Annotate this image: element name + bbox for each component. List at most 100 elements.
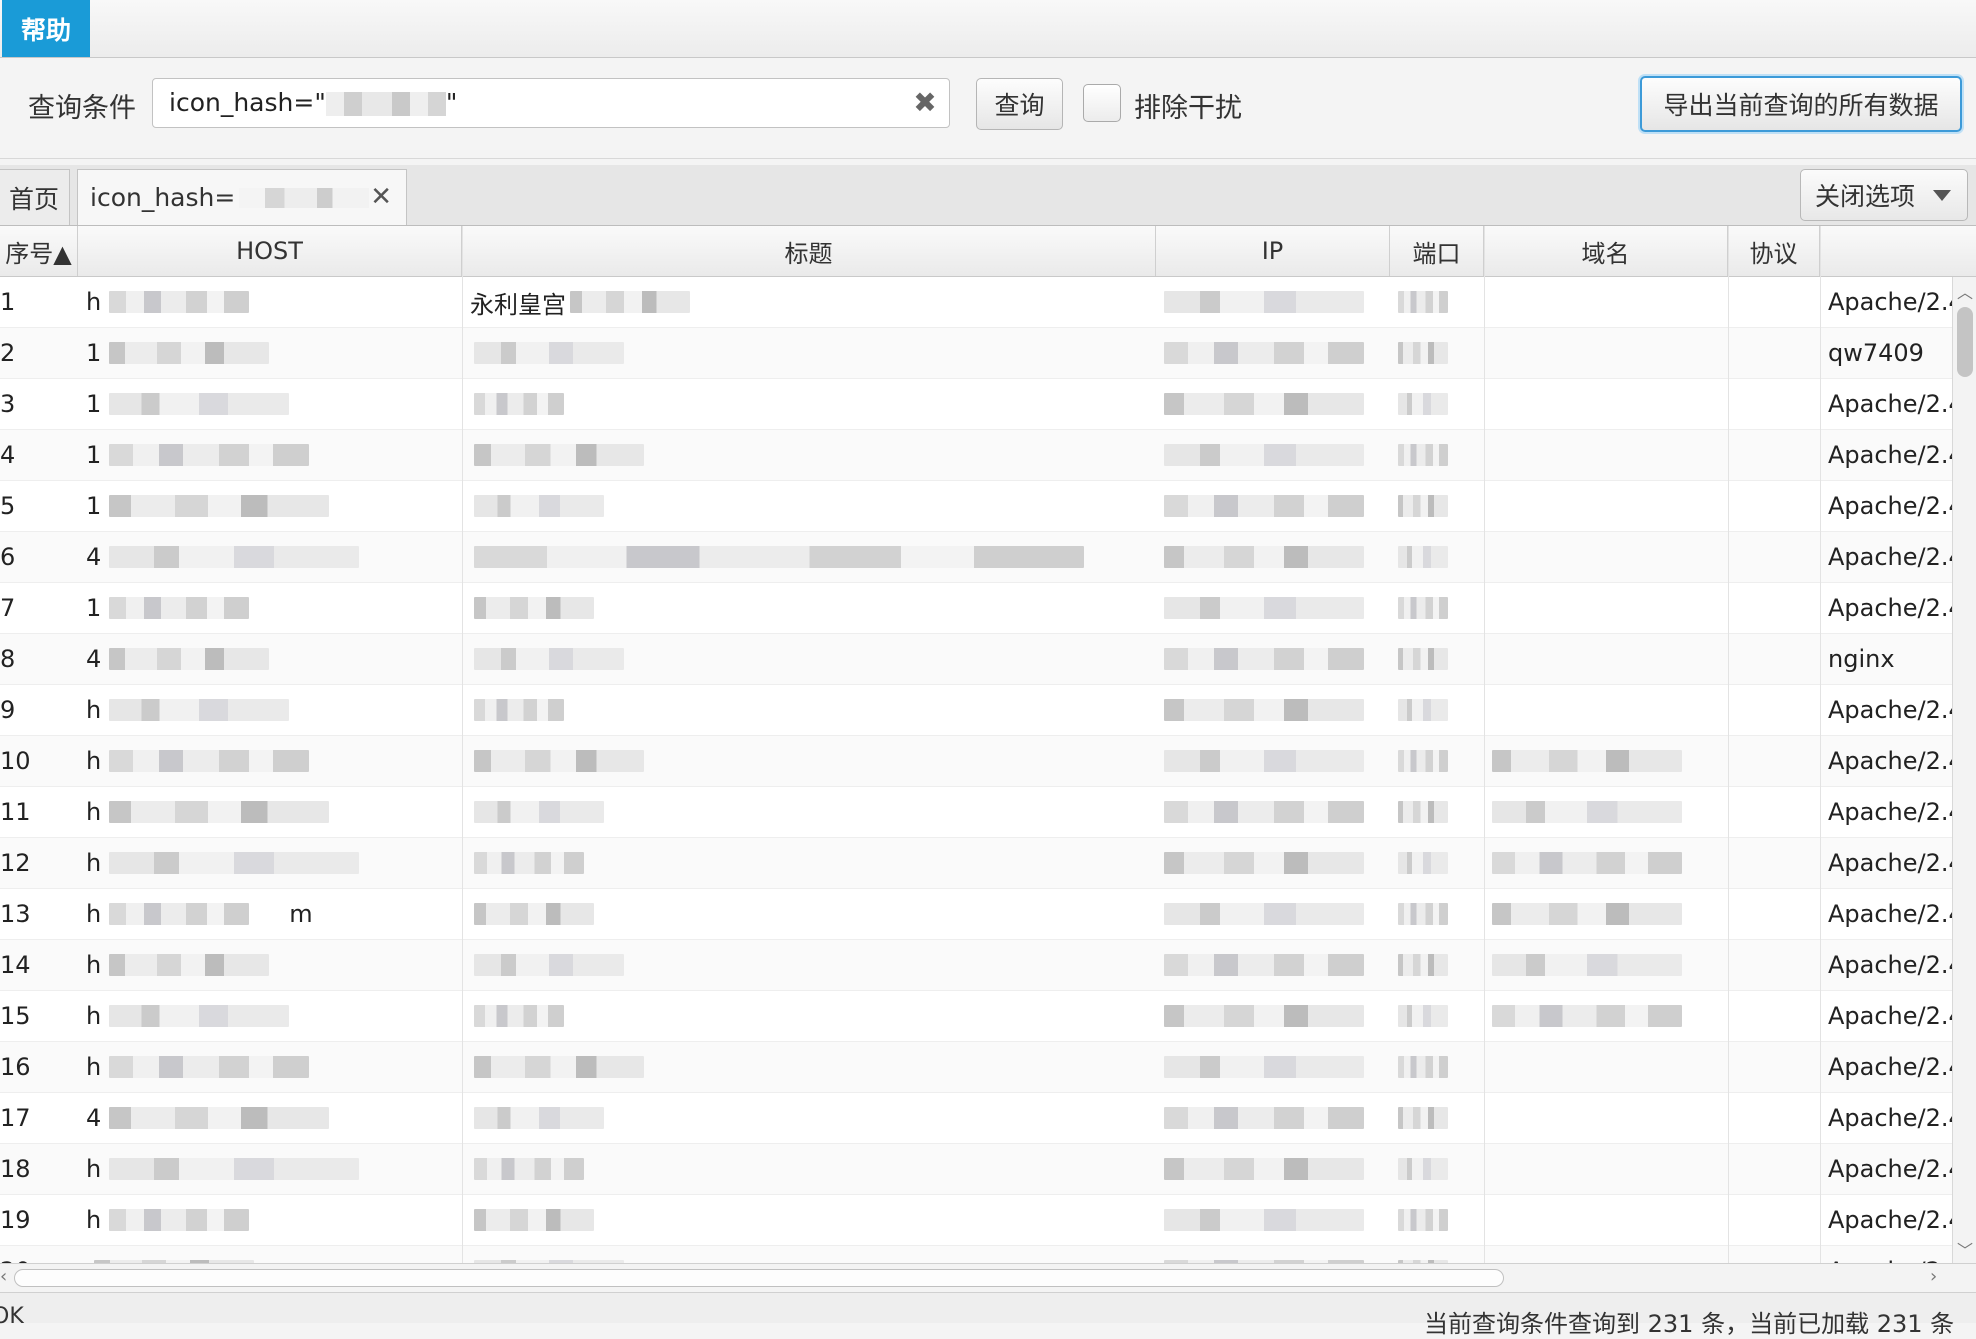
redacted-title	[474, 852, 584, 874]
table-row[interactable]: 15 h Apache/2.4	[0, 991, 1952, 1042]
cell-protocol	[1728, 430, 1820, 480]
col-ip[interactable]: IP	[1156, 226, 1390, 276]
table-row[interactable]: 16 h Apache/2.4	[0, 1042, 1952, 1093]
exclude-label[interactable]: 排除干扰	[1134, 86, 1242, 125]
cell-domain	[1484, 634, 1728, 684]
horizontal-scrollbar[interactable]: ‹ ›	[0, 1263, 1976, 1292]
cell-server: Apache/2.4	[1820, 685, 1952, 735]
redacted-host	[109, 1056, 310, 1078]
cell-protocol	[1728, 634, 1820, 684]
tab-home[interactable]: 首页	[0, 169, 70, 225]
redacted-host	[109, 1158, 360, 1180]
tab-query[interactable]: icon_hash= ✕	[77, 169, 407, 225]
table-row[interactable]: 9 h Apache/2.4	[0, 685, 1952, 736]
redacted-host	[109, 597, 250, 619]
table-row[interactable]: 5 1 Apache/2.4	[0, 481, 1952, 532]
col-title[interactable]: 标题	[462, 226, 1156, 276]
scroll-left-icon[interactable]: ‹	[0, 1266, 7, 1287]
cell-domain	[1484, 685, 1728, 735]
redacted-ip	[1164, 393, 1364, 415]
cell-port	[1390, 940, 1484, 990]
redacted-title	[474, 1209, 594, 1231]
host-text: h	[86, 1206, 102, 1234]
cell-title	[462, 1042, 1156, 1092]
row-index: 11	[0, 798, 31, 826]
redacted-host	[109, 495, 330, 517]
cell-protocol	[1728, 838, 1820, 888]
table-row[interactable]: 20 Apache/2.4	[0, 1246, 1952, 1263]
redacted-host	[109, 903, 250, 925]
vertical-scrollbar[interactable]: ︿ ﹀	[1952, 277, 1976, 1263]
table-row[interactable]: 14 h Apache/2.4	[0, 940, 1952, 991]
col-host[interactable]: HOST	[78, 226, 462, 276]
cell-index: 13	[0, 889, 78, 939]
cell-ip	[1156, 481, 1390, 531]
table-row[interactable]: 4 1 Apache/2.4	[0, 430, 1952, 481]
export-button[interactable]: 导出当前查询的所有数据	[1640, 76, 1962, 132]
cell-host: 4	[78, 1093, 462, 1143]
table-row[interactable]: 7 1 Apache/2.4	[0, 583, 1952, 634]
table-row[interactable]: 10 h Apache/2.4	[0, 736, 1952, 787]
clear-icon[interactable]: ✖	[909, 87, 941, 119]
cell-title	[462, 430, 1156, 480]
cell-host: h	[78, 1144, 462, 1194]
col-port[interactable]: 端口	[1390, 226, 1484, 276]
col-domain[interactable]: 域名	[1484, 226, 1728, 276]
table-row[interactable]: 18 h Apache/2.4	[0, 1144, 1952, 1195]
col-index[interactable]: 序号▲	[0, 226, 78, 276]
redacted-port	[1398, 342, 1448, 364]
table-row[interactable]: 19 h Apache/2.4	[0, 1195, 1952, 1246]
row-index: 7	[0, 594, 16, 622]
redacted-title	[474, 1005, 564, 1027]
table-row[interactable]: 2 1 qw7409	[0, 328, 1952, 379]
row-index: 19	[0, 1206, 31, 1234]
table-row[interactable]: 12 h Apache/2.4	[0, 838, 1952, 889]
table-row[interactable]: 8 4 nginx	[0, 634, 1952, 685]
cell-index: 8	[0, 634, 78, 684]
scroll-up-icon[interactable]: ︿	[1957, 279, 1973, 303]
redacted-host	[109, 750, 310, 772]
close-tab-icon[interactable]: ✕	[370, 182, 392, 212]
query-input[interactable]: icon_hash=" " ✖	[152, 78, 950, 128]
exclude-checkbox[interactable]	[1083, 84, 1121, 122]
table-row[interactable]: 1 h 永利皇宫 Apache/2.4	[0, 277, 1952, 328]
scroll-down-icon[interactable]: ﹀	[1957, 1237, 1973, 1261]
scroll-right-icon[interactable]: ›	[1930, 1266, 1937, 1287]
redacted-port	[1398, 546, 1448, 568]
cell-port	[1390, 1246, 1484, 1263]
table-row[interactable]: 11 h Apache/2.4	[0, 787, 1952, 838]
query-suffix: "	[445, 88, 458, 117]
vertical-scroll-thumb[interactable]	[1957, 307, 1973, 377]
cell-ip	[1156, 379, 1390, 429]
redacted-hash	[325, 92, 446, 116]
table-row[interactable]: 6 4 Apache/2.4	[0, 532, 1952, 583]
cell-ip	[1156, 787, 1390, 837]
server-text: Apache/2.4	[1828, 441, 1952, 469]
table-row[interactable]: 13 h m Apache/2.4	[0, 889, 1952, 940]
cell-port	[1390, 838, 1484, 888]
horizontal-scroll-thumb[interactable]	[14, 1269, 1504, 1287]
table-row[interactable]: 3 1 Apache/2.4	[0, 379, 1952, 430]
cell-domain	[1484, 532, 1728, 582]
cell-host: 1	[78, 481, 462, 531]
close-options-dropdown[interactable]: 关闭选项	[1800, 169, 1968, 221]
redacted-title	[474, 1107, 604, 1129]
cell-ip	[1156, 889, 1390, 939]
cell-server: Apache/2.4	[1820, 277, 1952, 327]
cell-title	[462, 991, 1156, 1041]
cell-port	[1390, 736, 1484, 786]
server-text: Apache/2.4	[1828, 849, 1952, 877]
col-protocol[interactable]: 协议	[1728, 226, 1820, 276]
host-text: h	[86, 849, 102, 877]
col-server[interactable]	[1820, 226, 1976, 276]
table-row[interactable]: 17 4 Apache/2.4	[0, 1093, 1952, 1144]
cell-domain	[1484, 481, 1728, 531]
cell-port	[1390, 379, 1484, 429]
cell-index: 19	[0, 1195, 78, 1245]
cell-index: 11	[0, 787, 78, 837]
menu-help[interactable]: 帮助	[2, 0, 90, 57]
row-index: 3	[0, 390, 16, 418]
cell-port	[1390, 1195, 1484, 1245]
redacted-title	[474, 1056, 644, 1078]
search-button[interactable]: 查询	[976, 78, 1063, 130]
